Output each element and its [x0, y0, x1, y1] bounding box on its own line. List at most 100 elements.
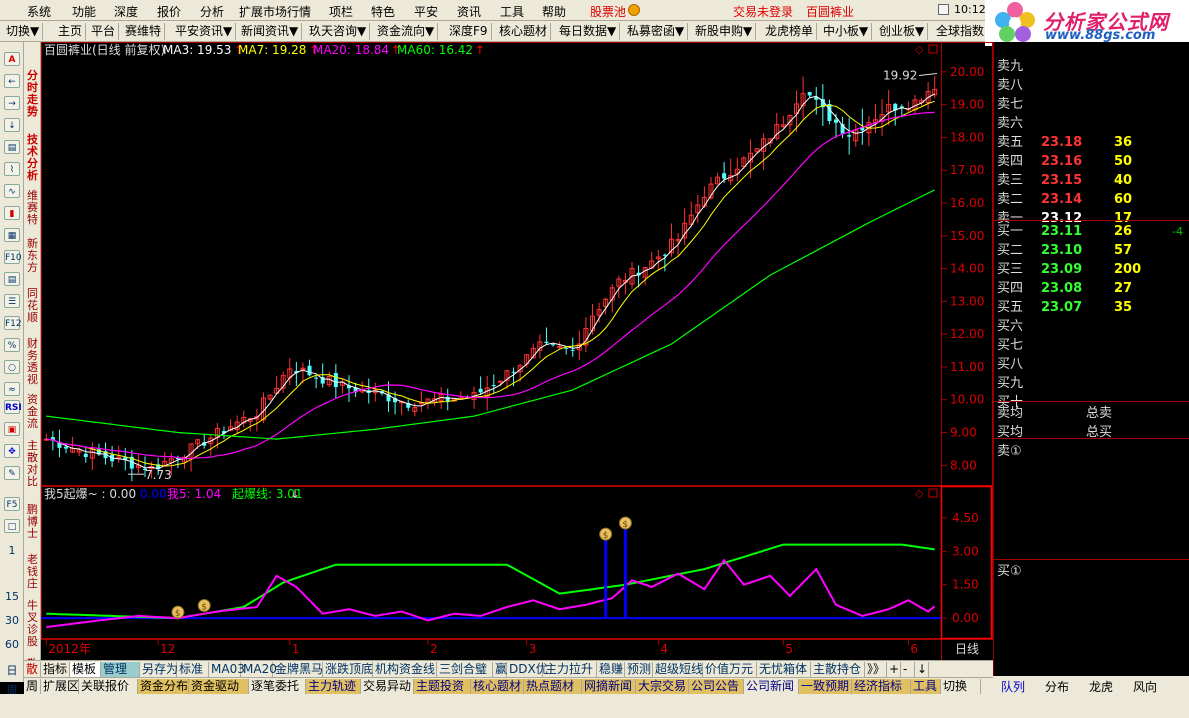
- indicator-tab-9[interactable]: 机构资金线: [373, 662, 437, 677]
- toolbar-btn-1[interactable]: 主页: [55, 23, 87, 40]
- extension-tab-10[interactable]: 网摘新闻: [582, 679, 636, 694]
- indicator-tab-20[interactable]: 》》: [865, 662, 887, 677]
- vtab-10[interactable]: 牛叉诊股: [25, 600, 40, 648]
- menu-item-9[interactable]: 资讯: [457, 3, 481, 20]
- buy-row-2[interactable]: 买三 23.09 200: [994, 261, 1189, 279]
- indicator-tab-23[interactable]: ↓: [915, 662, 929, 677]
- toolbar-btn-16[interactable]: 全球指数: [933, 23, 989, 40]
- pen-icon[interactable]: ✎: [4, 466, 20, 480]
- vtab-2[interactable]: 维赛特: [25, 190, 40, 226]
- indicator-tab-8[interactable]: 涨跌顶底: [323, 662, 373, 677]
- report-icon[interactable]: ▤: [4, 272, 20, 286]
- circle-icon[interactable]: ○: [4, 360, 20, 374]
- menu-item-5[interactable]: 扩展市场行情: [239, 3, 311, 20]
- vtab-8[interactable]: 鹏博士: [25, 504, 40, 540]
- window-control-icon[interactable]: [938, 4, 949, 15]
- indicator-tab-6[interactable]: MA20: [241, 662, 277, 677]
- period-60-button[interactable]: 60: [2, 638, 22, 651]
- extension-tab-2[interactable]: 资金分布: [138, 679, 189, 694]
- toolbar-btn-3[interactable]: 赛维特: [122, 23, 166, 40]
- extension-tab-6[interactable]: 交易异动: [361, 679, 414, 694]
- toolbar-btn-4[interactable]: 平安资讯▼: [172, 23, 237, 40]
- chart-area[interactable]: 20.0019.0018.0017.0016.0015.0014.0013.00…: [41, 42, 993, 660]
- square-toggle-icon[interactable]: [928, 44, 938, 54]
- sub-diamond-icon[interactable]: ◇: [915, 487, 924, 500]
- diamond-icon[interactable]: ◇: [915, 43, 924, 56]
- right-tab-2[interactable]: 龙虎: [1089, 678, 1113, 695]
- page-icon[interactable]: ▤: [4, 140, 20, 154]
- extension-tab-7[interactable]: 主题投资: [414, 679, 471, 694]
- scroll-left-tab[interactable]: 散: [24, 662, 41, 677]
- vtab-4[interactable]: 同花顺: [25, 288, 40, 324]
- rsi-icon[interactable]: RSI: [4, 400, 22, 414]
- indicator-tab-11[interactable]: 赢: [493, 662, 507, 677]
- list-icon[interactable]: ☰: [4, 294, 20, 308]
- sell-row-5[interactable]: 卖四 23.16 50: [994, 153, 1189, 171]
- trade-status[interactable]: 交易未登录: [733, 3, 793, 20]
- buy-row-8[interactable]: 买九: [994, 375, 1189, 393]
- right-tab-1[interactable]: 分布: [1045, 678, 1069, 695]
- period-15-button[interactable]: 15: [2, 590, 22, 603]
- grid-icon[interactable]: ▦: [4, 228, 20, 242]
- arrow-down-icon[interactable]: ↓: [4, 118, 20, 132]
- menu-item-2[interactable]: 深度: [114, 3, 138, 20]
- indicator-tab-22[interactable]: -: [901, 662, 915, 677]
- menu-item-1[interactable]: 功能: [72, 3, 96, 20]
- extension-tab-11[interactable]: 大宗交易: [636, 679, 689, 694]
- sub-square-icon[interactable]: [928, 488, 938, 498]
- toolbar-btn-8[interactable]: 深度F9: [446, 23, 492, 40]
- right-tab-0[interactable]: 队列: [1001, 678, 1025, 695]
- buy-row-7[interactable]: 买八: [994, 356, 1189, 374]
- toolbar-btn-2[interactable]: 平台: [88, 23, 120, 40]
- period-30-button[interactable]: 30: [2, 614, 22, 627]
- toolbar-btn-12[interactable]: 新股申购▼: [692, 23, 757, 40]
- buy-row-3[interactable]: 买四 23.08 27: [994, 280, 1189, 298]
- extension-tab-1[interactable]: 关联报价: [79, 679, 138, 694]
- toolbar-btn-0[interactable]: 切换▼: [3, 23, 44, 40]
- indicator-tab-13[interactable]: 主力拉升: [543, 662, 597, 677]
- extension-tab-3[interactable]: 资金驱动: [189, 679, 249, 694]
- extension-tab-13[interactable]: 公司新闻: [744, 679, 799, 694]
- sell-row-7[interactable]: 卖二 23.14 60: [994, 191, 1189, 209]
- toolbar-btn-13[interactable]: 龙虎榜单: [762, 23, 818, 40]
- menu-item-12[interactable]: 股票池: [590, 3, 626, 20]
- indicator-tab-7[interactable]: 金牌黑马: [273, 662, 323, 677]
- indicator-tab-10[interactable]: 三剑合璧: [437, 662, 493, 677]
- menu-item-6[interactable]: 项栏: [329, 3, 353, 20]
- buy-row-0[interactable]: 买一 23.11 26 -4: [994, 223, 1189, 241]
- letter-a-icon[interactable]: A: [4, 52, 20, 66]
- toolbar-btn-15[interactable]: 创业板▼: [876, 23, 929, 40]
- indicator-tab-17[interactable]: 价值万元: [703, 662, 757, 677]
- extension-tab-4[interactable]: 逐笔委托: [249, 679, 306, 694]
- extension-tab-12[interactable]: 公司公告: [689, 679, 744, 694]
- sell-row-2[interactable]: 卖七: [994, 96, 1189, 114]
- extension-tab-16[interactable]: 工具: [911, 679, 941, 694]
- indicator-tab-12[interactable]: DDX优: [507, 662, 548, 677]
- indicator-tab-16[interactable]: 超级短线: [653, 662, 703, 677]
- candle-icon[interactable]: ▮: [4, 206, 20, 220]
- menu-item-0[interactable]: 系统: [27, 3, 51, 20]
- f5-icon[interactable]: F5: [4, 497, 20, 511]
- menu-item-11[interactable]: 帮助: [542, 3, 566, 20]
- buy-row-6[interactable]: 买七: [994, 337, 1189, 355]
- extension-tab-17[interactable]: 切换: [941, 679, 981, 694]
- vtab-9[interactable]: 老钱庄: [25, 554, 40, 590]
- vtab-0[interactable]: 分时走势: [25, 70, 40, 118]
- move-cross-icon[interactable]: ✥: [4, 444, 20, 458]
- menu-item-7[interactable]: 特色: [371, 3, 395, 20]
- f10-icon[interactable]: F10: [4, 250, 22, 264]
- arrow-right-icon[interactable]: →: [4, 96, 20, 110]
- right-tab-3[interactable]: 风向: [1133, 678, 1157, 695]
- toolbar-btn-10[interactable]: 每日数据▼: [556, 23, 621, 40]
- sell-row-1[interactable]: 卖八: [994, 77, 1189, 95]
- period-1-button[interactable]: 1: [2, 544, 22, 557]
- menu-item-8[interactable]: 平安: [414, 3, 438, 20]
- sell-row-0[interactable]: 卖九: [994, 58, 1189, 76]
- arrow-left-icon[interactable]: ←: [4, 74, 20, 88]
- indicator-tab-3[interactable]: 另存为: [140, 662, 178, 677]
- line-chart-icon[interactable]: ∿: [4, 184, 20, 198]
- minute-chart-icon[interactable]: ⌇: [4, 162, 20, 176]
- extension-tab-5[interactable]: 主力轨迹: [306, 679, 361, 694]
- extension-tab-8[interactable]: 核心题材: [471, 679, 524, 694]
- buy-row-5[interactable]: 买六: [994, 318, 1189, 336]
